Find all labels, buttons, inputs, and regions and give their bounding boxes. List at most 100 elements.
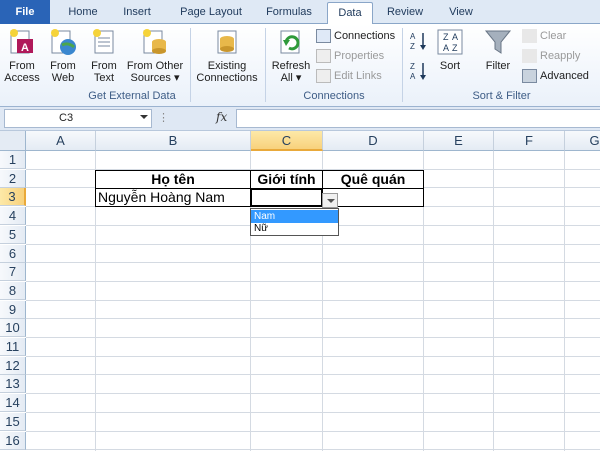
sort-label: Sort [439,60,461,72]
gridline [26,318,600,320]
gridline [26,355,600,357]
other-sources-icon [143,29,166,54]
sort-ascending-icon: A Z [410,32,426,51]
row-header-11[interactable]: 11 [0,338,26,356]
advanced-button[interactable]: Advanced [522,67,589,85]
tab-insert[interactable]: Insert [112,2,162,24]
sort-button[interactable]: Z A A Z Sort [432,27,468,72]
advanced-label: Advanced [540,70,589,82]
column-header-b[interactable]: B [96,131,251,151]
get-external-data-group-label: Get External Data [88,90,176,102]
web-globe-icon [51,29,76,55]
svg-text:A: A [452,32,458,42]
properties-label: Properties [334,50,385,62]
gridline [26,393,600,395]
ribbon-tab-bar: File Home Insert Page Layout Formulas Da… [0,0,600,25]
gridline [26,280,600,282]
existing-connections-icon [217,30,237,54]
select-all-corner[interactable] [0,131,26,151]
row-header-16[interactable]: 16 [0,431,26,450]
row-header-2[interactable]: 2 [0,169,26,188]
row-header-4[interactable]: 4 [0,207,26,226]
from-text-button[interactable]: From Text [84,27,124,84]
row-header-5[interactable]: 5 [0,225,26,244]
tab-review[interactable]: Review [380,2,430,24]
tab-page-layout[interactable]: Page Layout [168,2,254,24]
edit-links-button[interactable]: Edit Links [316,67,382,85]
svg-text:A: A [21,42,29,54]
row-header-7[interactable]: 7 [0,263,26,282]
column-header-d[interactable]: D [323,131,424,151]
name-box-dropdown-icon[interactable] [140,115,148,119]
row-header-8[interactable]: 8 [0,281,26,300]
gridline [564,151,565,451]
row-header-10[interactable]: 10 [0,319,26,338]
properties-icon [316,49,331,64]
cell-b3[interactable]: Nguyễn Hoàng Nam [95,188,251,207]
row-header-6[interactable]: 6 [0,244,26,263]
tab-view[interactable]: View [440,2,482,24]
reapply-icon [522,49,537,64]
row-header-15[interactable]: 15 [0,412,26,431]
svg-text:A: A [410,32,416,41]
cell-d2[interactable]: Quê quán [322,170,424,189]
from-other-sources-button[interactable]: From Other Sources ▾ [124,27,186,84]
refresh-all-button[interactable]: Refresh All ▾ [268,27,314,84]
sort-z-to-a-button[interactable]: Z A [409,60,429,82]
ribbon: A From Access From Web From Text From Ot… [0,24,600,107]
column-header-e[interactable]: E [424,131,494,151]
filter-label: Filter [485,60,511,72]
reapply-button[interactable]: Reapply [522,47,580,65]
row-header-3[interactable]: 3 [0,188,26,207]
gridline [26,411,600,413]
column-header-g[interactable]: G [565,131,600,151]
existing-connections-label: Existing Connections [196,60,258,84]
tab-file[interactable]: File [0,0,50,24]
name-box-value: C3 [59,112,74,124]
gridline [26,299,600,301]
name-box[interactable]: C3 [4,109,152,128]
access-icon: A [10,29,33,54]
column-header-a[interactable]: A [26,131,96,151]
column-header-f[interactable]: F [494,131,565,151]
refresh-all-label: Refresh All ▾ [271,60,311,84]
gridline [26,262,600,264]
from-web-label: From Web [50,60,76,84]
cell-b2[interactable]: Họ tên [95,170,251,189]
column-header-c[interactable]: C [251,131,323,151]
dropdown-option-nu[interactable]: Nữ [251,222,338,235]
clear-button[interactable]: Clear [522,27,566,45]
validation-dropdown-button[interactable] [322,193,338,208]
from-web-button[interactable]: From Web [43,27,83,84]
svg-text:Z: Z [410,42,415,51]
insert-function-icon[interactable]: fx [216,110,227,124]
row-header-12[interactable]: 12 [0,356,26,375]
cell-c2[interactable]: Giới tính [250,170,323,189]
reapply-label: Reapply [540,50,581,62]
from-other-sources-label: From Other Sources ▾ [126,60,184,84]
existing-connections-button[interactable]: Existing Connections [192,27,262,84]
properties-button[interactable]: Properties [316,47,384,65]
row-header-1[interactable]: 1 [0,151,26,169]
sort-descending-icon: Z A [410,62,426,81]
row-header-13[interactable]: 13 [0,375,26,394]
edit-links-icon [316,69,331,84]
connections-label: Connections [334,30,396,42]
svg-text:Z: Z [443,32,449,42]
row-header-14[interactable]: 14 [0,394,26,413]
clear-label: Clear [540,30,567,42]
tab-data[interactable]: Data [327,2,373,25]
from-access-button[interactable]: A From Access [2,27,42,84]
cell-c3-active[interactable] [250,188,323,207]
connections-button[interactable]: Connections [316,27,395,45]
sort-dialog-icon: Z A A Z [437,29,463,55]
tab-formulas[interactable]: Formulas [256,2,322,24]
svg-text:Z: Z [452,43,458,53]
sort-filter-group-label: Sort & Filter [472,90,531,102]
gridline [26,430,600,432]
row-header-9[interactable]: 9 [0,300,26,319]
formula-input[interactable] [236,109,600,128]
filter-button[interactable]: Filter [480,27,516,72]
sort-a-to-z-button[interactable]: A Z [409,30,429,52]
tab-home[interactable]: Home [58,2,108,24]
